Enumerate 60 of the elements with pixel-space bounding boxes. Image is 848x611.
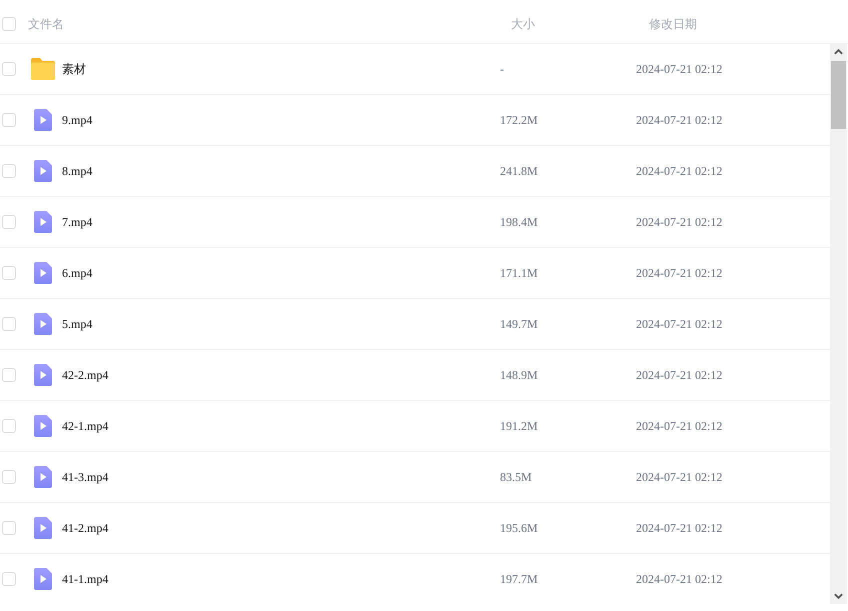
checkbox[interactable] [2,419,16,433]
file-name[interactable]: 素材 [62,60,86,78]
video-file-icon [34,211,52,233]
checkbox[interactable] [2,17,16,31]
checkbox[interactable] [2,470,16,484]
modified-date: 2024-07-21 02:12 [636,214,722,231]
modified-date: 2024-07-21 02:12 [636,571,722,588]
file-size: 197.7M [500,571,538,588]
file-size: - [500,61,504,78]
file-name[interactable]: 41-2.mp4 [62,519,108,537]
scroll-up-icon[interactable] [834,49,843,55]
checkbox[interactable] [2,164,16,178]
video-file-icon [34,313,52,335]
modified-date: 2024-07-21 02:12 [636,367,722,384]
file-name[interactable]: 5.mp4 [62,315,92,333]
checkbox[interactable] [2,368,16,382]
file-name[interactable]: 42-2.mp4 [62,366,108,384]
modified-date: 2024-07-21 02:12 [636,61,722,78]
video-file-icon [34,364,52,386]
file-name[interactable]: 9.mp4 [62,111,92,129]
file-name[interactable]: 6.mp4 [62,264,92,282]
modified-date: 2024-07-21 02:12 [636,265,722,282]
file-size: 148.9M [500,367,538,384]
checkbox[interactable] [2,62,16,76]
video-file-icon [34,415,52,437]
file-size: 195.6M [500,520,538,537]
video-file-icon [34,160,52,182]
modified-date: 2024-07-21 02:12 [636,418,722,435]
video-file-icon [34,568,52,590]
file-size: 172.2M [500,112,538,129]
file-name[interactable]: 42-1.mp4 [62,417,108,435]
file-name[interactable]: 41-1.mp4 [62,570,108,588]
file-size: 198.4M [500,214,538,231]
file-size: 241.8M [500,163,538,180]
modified-date: 2024-07-21 02:12 [636,163,722,180]
video-file-icon [34,109,52,131]
video-file-icon [34,517,52,539]
file-size: 171.1M [500,265,538,282]
scrollbar[interactable] [830,44,847,604]
modified-date: 2024-07-21 02:12 [636,316,722,333]
file-name[interactable]: 7.mp4 [62,213,92,231]
file-name[interactable]: 8.mp4 [62,162,92,180]
file-name[interactable]: 41-3.mp4 [62,468,108,486]
checkbox[interactable] [2,521,16,535]
modified-date: 2024-07-21 02:12 [636,520,722,537]
checkbox[interactable] [2,266,16,280]
folder-icon [31,58,55,80]
video-file-icon [34,262,52,284]
file-size: 191.2M [500,418,538,435]
checkbox[interactable] [2,572,16,586]
checkbox[interactable] [2,113,16,127]
scroll-down-icon[interactable] [834,593,843,599]
file-size: 83.5M [500,469,532,486]
checkbox[interactable] [2,215,16,229]
checkbox[interactable] [2,317,16,331]
modified-date: 2024-07-21 02:12 [636,469,722,486]
scrollbar-thumb[interactable] [831,61,846,129]
file-size: 149.7M [500,316,538,333]
video-file-icon [34,466,52,488]
modified-date: 2024-07-21 02:12 [636,112,722,129]
